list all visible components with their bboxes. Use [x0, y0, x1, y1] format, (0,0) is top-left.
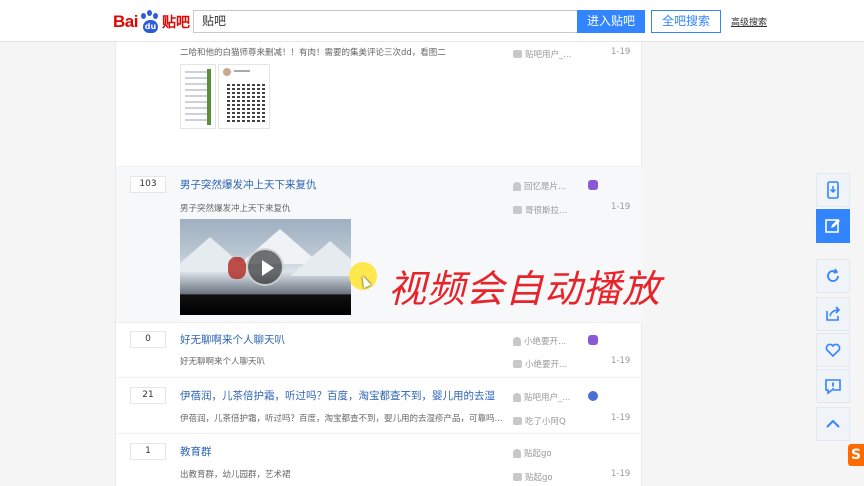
thread-title[interactable]: 教育群	[180, 444, 212, 459]
enter-tieba-button[interactable]: 进入贴吧	[577, 10, 645, 33]
thread-author[interactable]: 回忆是片...	[513, 180, 566, 192]
logo-du-text: du	[142, 20, 158, 33]
thread-date: 1-19	[611, 469, 631, 479]
thread-date: 1-19	[611, 413, 631, 423]
reply-count: 103	[130, 176, 166, 193]
search-all-button[interactable]: 全吧搜索	[651, 10, 721, 33]
baidu-tieba-logo[interactable]: Bai du 贴吧	[113, 9, 190, 35]
top-header: Bai du 贴吧 贴吧 进入贴吧 全吧搜索 高级搜索	[0, 0, 864, 42]
qr-code-thumbnail[interactable]	[218, 64, 270, 129]
thread-abstract: 二哈和他的白猫师尊来删减！！有肉！需要的集美评论三次dd，看图二	[180, 48, 446, 58]
reply-count: 1	[130, 443, 166, 460]
refresh-icon[interactable]	[816, 259, 850, 293]
last-reply-author[interactable]: 贴吧用户_...	[513, 48, 571, 60]
thread-author[interactable]: 贴吧用户_...	[513, 391, 570, 403]
reply-icon	[513, 473, 522, 481]
reply-icon	[513, 50, 522, 58]
back-to-top-icon[interactable]	[816, 407, 850, 441]
logo-bai-text: Bai	[113, 12, 138, 31]
user-icon	[513, 181, 521, 191]
thread-date: 1-19	[611, 47, 631, 57]
paw-icon: du	[139, 10, 161, 34]
user-icon	[513, 448, 521, 458]
user-icon	[513, 336, 521, 346]
edit-icon[interactable]	[816, 209, 850, 243]
play-icon[interactable]	[246, 248, 284, 286]
last-reply-author[interactable]: 吃了小阿Q	[513, 415, 566, 427]
report-icon[interactable]	[816, 369, 850, 403]
thread-item[interactable]: 二哈和他的白猫师尊来删减！！有肉！需要的集美评论三次dd，看图二 贴吧用户_..…	[116, 42, 643, 167]
thread-image-thumbnail[interactable]	[180, 64, 216, 129]
thread-date: 1-19	[611, 202, 631, 212]
thread-author[interactable]: 小绝要开...	[513, 335, 566, 347]
share-icon[interactable]	[816, 297, 850, 331]
video-player[interactable]	[180, 219, 351, 315]
user-icon	[513, 392, 521, 402]
last-reply-author[interactable]: 小绝要开...	[513, 358, 567, 370]
thread-item[interactable]: 0 好无聊啊来个人聊天叭 好无聊啊来个人聊天叭 小绝要开... 小绝要开... …	[116, 323, 643, 378]
thread-abstract: 出教育群，幼儿园群，艺术裙	[180, 470, 291, 480]
favorite-icon[interactable]	[816, 333, 850, 367]
thread-title[interactable]: 好无聊啊来个人聊天叭	[180, 332, 285, 347]
user-level-badge-icon	[588, 391, 598, 401]
search-input[interactable]: 贴吧	[193, 10, 578, 33]
reply-icon	[513, 360, 522, 368]
user-level-badge-icon	[588, 180, 598, 190]
thread-abstract: 伊蓓润，儿茶倍护霜，听过吗？百度，淘宝都查不到，婴儿用的去湿疹产品，可靠吗...	[180, 414, 503, 424]
last-reply-author[interactable]: 哥很斯拉...	[513, 204, 567, 216]
reply-count: 0	[130, 331, 166, 348]
reply-count: 21	[130, 387, 166, 404]
user-level-badge-icon	[588, 335, 598, 345]
thread-abstract: 好无聊啊来个人聊天叭	[180, 357, 266, 367]
reply-icon	[513, 417, 522, 425]
advanced-search-link[interactable]: 高级搜索	[731, 15, 767, 28]
thread-item[interactable]: 1 教育群 出教育群，幼儿园群，艺术裙 贴起go 贴起go 1-19	[116, 434, 643, 486]
thread-date: 1-19	[611, 356, 631, 366]
thread-item[interactable]: 21 伊蓓润，儿茶倍护霜，听过吗？百度，淘宝都查不到，婴儿用的去湿 伊蓓润，儿茶…	[116, 378, 643, 434]
thread-abstract: 男子突然爆发冲上天下来复仇	[180, 204, 291, 214]
overlay-caption: 视频会自动播放	[388, 267, 662, 311]
thread-title[interactable]: 男子突然爆发冲上天下来复仇	[180, 177, 317, 192]
phone-icon[interactable]	[816, 173, 850, 207]
logo-tieba-text: 贴吧	[161, 15, 190, 31]
last-reply-author[interactable]: 贴起go	[513, 471, 553, 483]
thread-title[interactable]: 伊蓓润，儿茶倍护霜，听过吗？百度，淘宝都查不到，婴儿用的去湿	[180, 388, 495, 403]
thread-author[interactable]: 贴起go	[513, 447, 552, 459]
reply-icon	[513, 206, 522, 214]
app-logo-icon: S	[848, 444, 864, 466]
